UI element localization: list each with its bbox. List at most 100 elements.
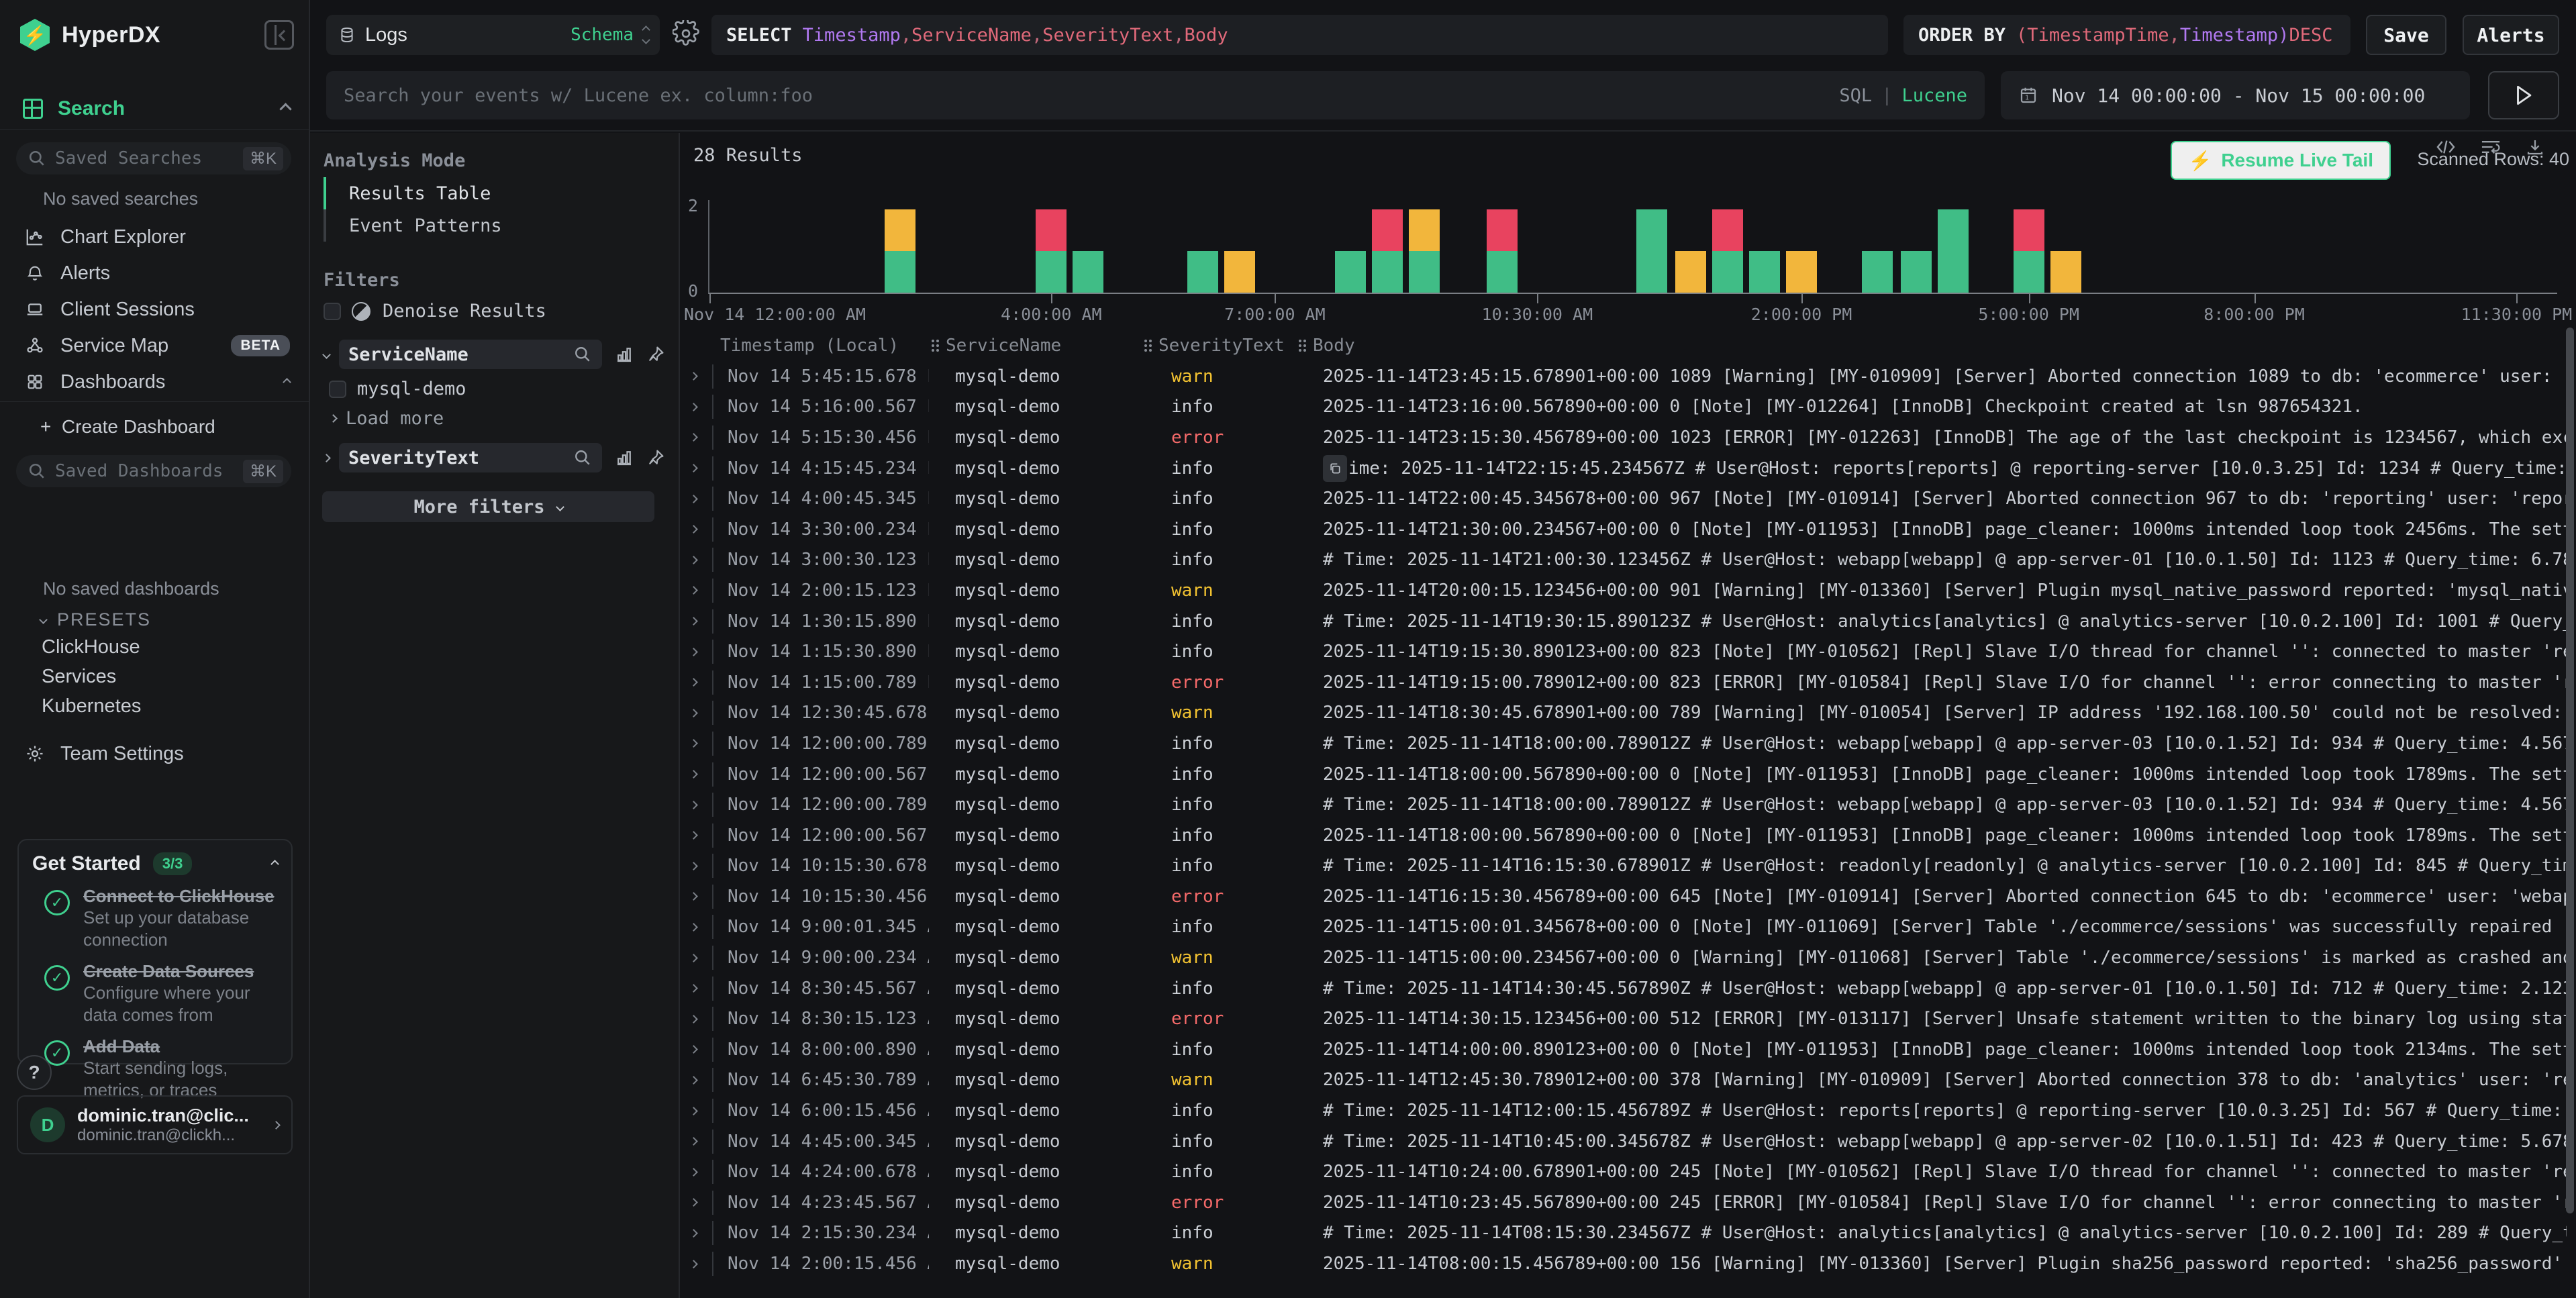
table-row[interactable]: Nov 14 5:45:15.678 PMmysql-demowarn2025-… (681, 361, 2567, 392)
column-header-timestamp[interactable]: Timestamp (Local) (720, 336, 932, 356)
chevron-up-icon[interactable] (279, 103, 291, 115)
alerts-button[interactable]: Alerts (2463, 15, 2559, 55)
code-icon[interactable] (2435, 138, 2457, 156)
histogram-bar[interactable] (1335, 251, 1366, 293)
order-by-input[interactable]: ORDER BY(TimestampTime, Timestamp) DESC (1903, 15, 2350, 55)
row-expand-chevron[interactable] (691, 1199, 712, 1205)
run-query-button[interactable] (2488, 71, 2559, 119)
histogram-bar[interactable] (1901, 251, 1932, 293)
more-filters-button[interactable]: More filters (322, 491, 654, 522)
table-row[interactable]: Nov 14 12:30:45.678 PMmysql-demowarn2025… (681, 698, 2567, 729)
table-row[interactable]: Nov 14 1:30:15.890 PMmysql-demoinfo# Tim… (681, 606, 2567, 637)
chevron-right-icon[interactable] (322, 454, 331, 462)
histogram-bar[interactable] (1786, 251, 1817, 293)
sidebar-item-client-sessions[interactable]: Client Sessions (0, 291, 309, 328)
drag-handle-icon[interactable] (932, 340, 939, 352)
row-expand-chevron[interactable] (691, 802, 712, 808)
servicename-search-pill[interactable]: ServiceName (339, 340, 602, 369)
event-search-box[interactable]: SQL | Lucene (326, 71, 1985, 119)
select-clause-input[interactable]: SELECTTimestamp,ServiceName,SeverityText… (711, 15, 1888, 55)
table-row[interactable]: Nov 14 3:00:30.123 PMmysql-demoinfo# Tim… (681, 545, 2567, 576)
histogram-bar[interactable] (1487, 209, 1518, 293)
row-expand-chevron[interactable] (691, 955, 712, 961)
table-row[interactable]: Nov 14 2:00:15.123 PMmysql-demowarn2025-… (681, 575, 2567, 606)
severitytext-search-pill[interactable]: SeverityText (339, 443, 602, 472)
source-select[interactable]: Logs Schema (326, 15, 660, 55)
table-row[interactable]: Nov 14 12:00:00.789 PMmysql-demoinfo# Ti… (681, 789, 2567, 820)
column-header-body[interactable]: Body (1299, 336, 2567, 356)
chart-facet-icon[interactable] (614, 344, 634, 364)
row-expand-chevron[interactable] (691, 985, 712, 991)
get-started-step[interactable]: ✓ Add Data Start sending logs, metrics, … (32, 1036, 278, 1101)
histogram-bar[interactable] (2050, 251, 2081, 293)
histogram-bar[interactable] (2014, 209, 2044, 293)
row-expand-chevron[interactable] (691, 434, 712, 440)
sidebar-collapse-icon[interactable] (264, 20, 294, 50)
sidebar-item-chart-explorer[interactable]: Chart Explorer (0, 219, 309, 255)
sidebar-item-alerts[interactable]: Alerts (0, 255, 309, 291)
row-expand-chevron[interactable] (691, 1169, 712, 1175)
denoise-checkbox[interactable] (324, 303, 341, 320)
scrollbar[interactable] (2566, 328, 2574, 1213)
histogram-bar[interactable] (885, 209, 915, 293)
table-row[interactable]: Nov 14 5:16:00.567 PMmysql-demoinfo2025-… (681, 392, 2567, 423)
row-expand-chevron[interactable] (691, 1077, 712, 1083)
row-expand-chevron[interactable] (691, 1230, 712, 1236)
wrap-lines-icon[interactable] (2479, 138, 2502, 156)
table-row[interactable]: Nov 14 4:45:00.345 AMmysql-demoinfo# Tim… (681, 1126, 2567, 1157)
mode-results-table[interactable]: Results Table (324, 177, 665, 209)
sql-toggle[interactable]: SQL (1839, 85, 1872, 106)
table-row[interactable]: Nov 14 8:30:45.567 AMmysql-demoinfo# Tim… (681, 973, 2567, 1004)
table-row[interactable]: Nov 14 5:15:30.456 PMmysql-demoerror2025… (681, 422, 2567, 453)
column-header-servicename[interactable]: ServiceName (932, 336, 1144, 356)
row-expand-chevron[interactable] (691, 893, 712, 899)
chart-facet-icon[interactable] (614, 448, 634, 468)
chevron-up-icon[interactable] (283, 378, 291, 387)
row-expand-chevron[interactable] (691, 496, 712, 502)
servicename-value-row[interactable]: mysql-demo (324, 379, 665, 399)
pin-icon[interactable] (646, 448, 665, 467)
load-more-row[interactable]: Load more (324, 408, 665, 429)
mysql-demo-checkbox[interactable] (329, 381, 346, 398)
table-row[interactable]: Nov 14 8:00:00.890 AMmysql-demoinfo2025-… (681, 1034, 2567, 1065)
table-row[interactable]: Nov 14 4:23:45.567 AMmysql-demoerror2025… (681, 1187, 2567, 1218)
chevron-up-icon[interactable] (270, 860, 279, 868)
row-expand-chevron[interactable] (691, 771, 712, 777)
download-icon[interactable] (2525, 137, 2545, 157)
create-dashboard-button[interactable]: + Create Dashboard (40, 416, 215, 438)
table-row[interactable]: Nov 14 12:00:00.789 PMmysql-demoinfo# Ti… (681, 728, 2567, 759)
row-expand-chevron[interactable] (691, 924, 712, 930)
histogram-bar[interactable] (1036, 209, 1067, 293)
chevron-down-icon[interactable] (322, 350, 331, 359)
presets-section[interactable]: PRESETS (40, 609, 151, 630)
get-started-step[interactable]: ✓ Connect to ClickHouse Set up your data… (32, 886, 278, 950)
table-row[interactable]: Nov 14 10:15:30.678 AMmysql-demoinfo# Ti… (681, 851, 2567, 882)
table-row[interactable]: Nov 14 6:00:15.456 AMmysql-demoinfo# Tim… (681, 1095, 2567, 1126)
preset-item-kubernetes[interactable]: Kubernetes (42, 695, 141, 717)
row-expand-chevron[interactable] (691, 557, 712, 563)
row-expand-chevron[interactable] (691, 863, 712, 869)
sidebar-item-service-map[interactable]: Service Map BETA (0, 328, 309, 364)
mode-event-patterns[interactable]: Event Patterns (324, 209, 665, 242)
preset-item-services[interactable]: Services (42, 666, 116, 688)
saved-searches-input[interactable]: Saved Searches ⌘K (16, 142, 291, 174)
table-row[interactable]: Nov 14 2:15:30.234 AMmysql-demoinfo# Tim… (681, 1218, 2567, 1249)
preset-item-clickhouse[interactable]: ClickHouse (42, 636, 140, 658)
save-button[interactable]: Save (2366, 15, 2446, 55)
table-row[interactable]: Nov 14 4:15:45.234 PMmysql-demoinfoime: … (681, 453, 2567, 484)
sidebar-item-search[interactable]: Search (23, 94, 290, 123)
search-input[interactable] (344, 85, 1839, 106)
sidebar-item-team-settings[interactable]: Team Settings (0, 736, 309, 772)
row-expand-chevron[interactable] (691, 1138, 712, 1144)
table-row[interactable]: Nov 14 1:15:00.789 PMmysql-demoerror2025… (681, 667, 2567, 698)
column-header-severitytext[interactable]: SeverityText (1144, 336, 1299, 356)
row-expand-chevron[interactable] (691, 404, 712, 410)
query-language-toggle[interactable]: SQL | Lucene (1839, 85, 1967, 106)
table-row[interactable]: Nov 14 12:00:00.567 PMmysql-demoinfo2025… (681, 759, 2567, 790)
table-row[interactable]: Nov 14 12:00:00.567 PMmysql-demoinfo2025… (681, 820, 2567, 851)
table-row[interactable]: Nov 14 10:15:30.456 AMmysql-demoerror202… (681, 881, 2567, 912)
help-button[interactable]: ? (17, 1055, 52, 1090)
denoise-results-row[interactable]: Denoise Results (324, 301, 665, 321)
histogram-bar[interactable] (1187, 251, 1218, 293)
saved-dashboards-input[interactable]: Saved Dashboards ⌘K (16, 455, 291, 487)
